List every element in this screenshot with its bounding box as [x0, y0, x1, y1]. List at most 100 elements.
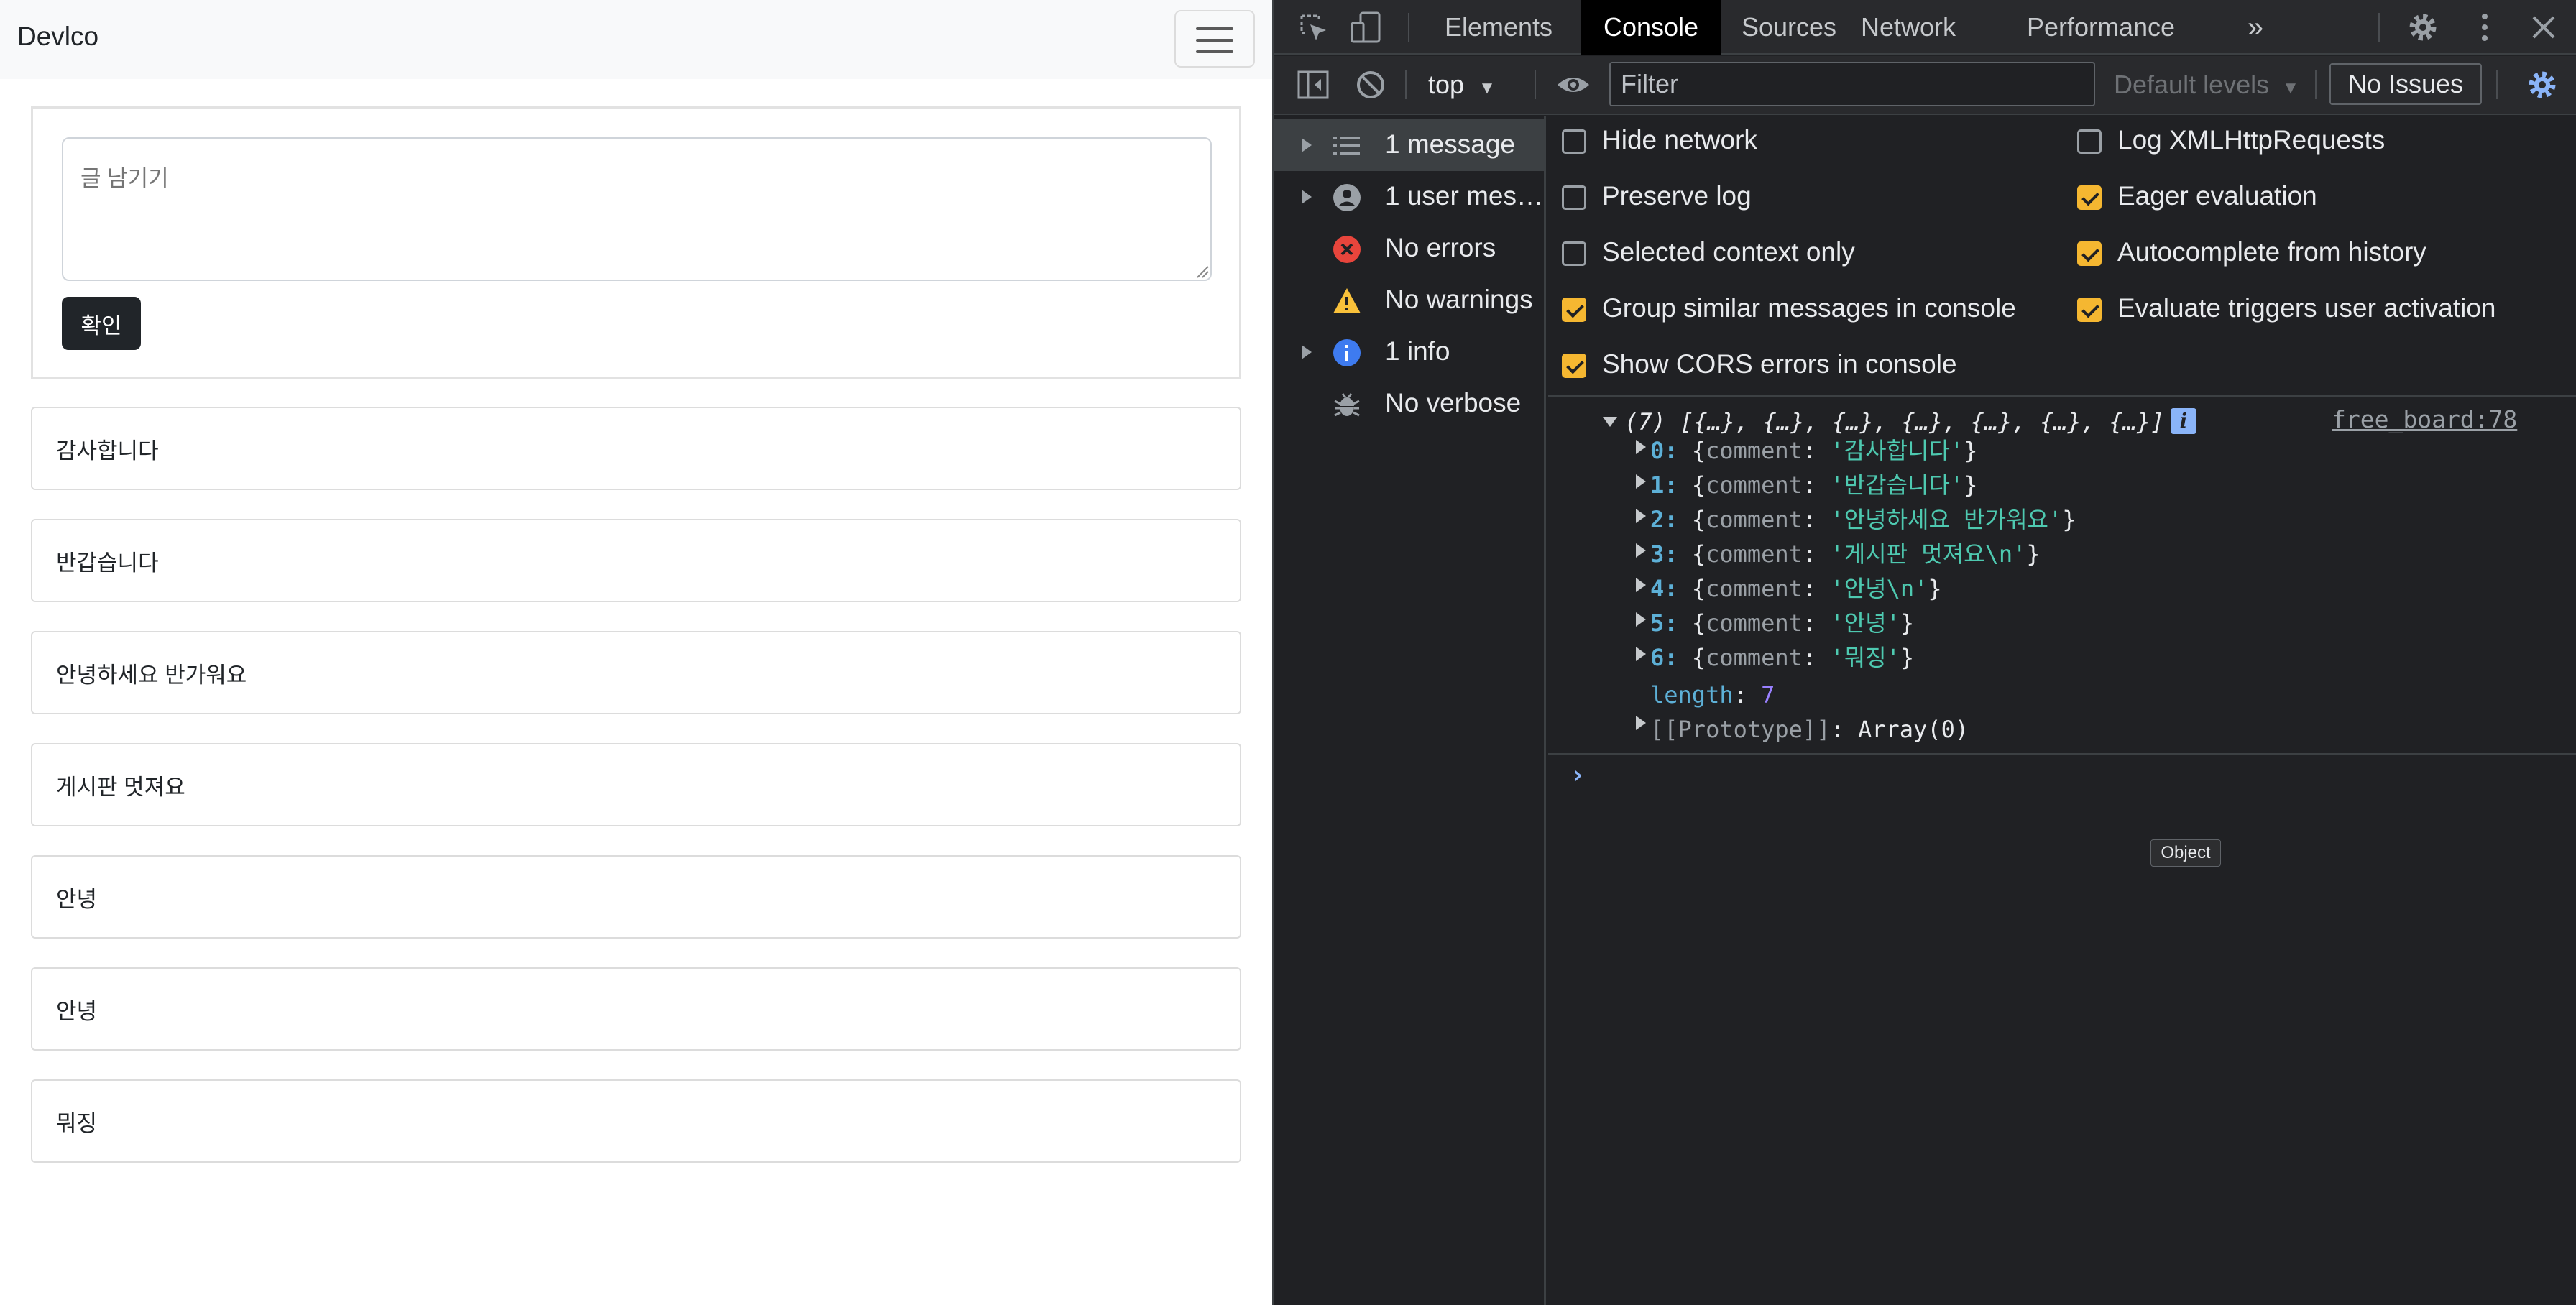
entry-index: 6 — [1650, 644, 1665, 671]
tab-network[interactable]: Network — [1857, 0, 1960, 55]
entry-value: '반갑습니다' — [1830, 471, 1964, 499]
setting-option[interactable]: Preserve log — [1562, 181, 1993, 217]
comment-form-card: 확인 — [31, 106, 1241, 379]
comment-text: 감사합니다 — [56, 438, 159, 464]
menu-toggle-button[interactable] — [1174, 10, 1255, 68]
expand-arrow-icon[interactable] — [1636, 509, 1646, 523]
prototype-row[interactable]: [[Prototype]]: Array(0) — [1650, 716, 1969, 743]
tab-performance[interactable]: Performance — [1970, 0, 2232, 55]
expand-arrow-icon[interactable] — [1636, 716, 1646, 730]
bug-icon — [1332, 389, 1362, 420]
close-devtools-icon[interactable] — [2526, 10, 2561, 45]
separator — [2496, 70, 2498, 99]
checkbox-checked[interactable] — [1562, 354, 1586, 378]
brand-logo[interactable]: Devlco — [17, 22, 98, 52]
array-entry[interactable]: 2: {comment: '안녕하세요 반가워요'} — [1650, 502, 2076, 535]
expand-arrow-icon[interactable] — [1302, 138, 1312, 152]
collapse-arrow-icon[interactable] — [1603, 417, 1617, 427]
info-icon — [1332, 338, 1362, 368]
separator — [2378, 13, 2380, 42]
clear-console-icon[interactable] — [1353, 68, 1388, 102]
setting-label: Log XMLHttpRequests — [2117, 125, 2386, 155]
info-badge-icon[interactable]: i — [2171, 408, 2196, 434]
live-expression-eye-icon[interactable] — [1556, 68, 1591, 102]
inspect-element-icon[interactable] — [1296, 10, 1330, 45]
issues-button[interactable]: No Issues — [2329, 63, 2482, 105]
array-entry[interactable]: 4: {comment: '안녕\n'} — [1650, 571, 1942, 604]
console-toolbar: top ▼ Filter Default levels ▼ No Issues — [1274, 56, 2576, 115]
checkbox-checked[interactable] — [2077, 241, 2102, 266]
setting-option[interactable]: Autocomplete from history — [2077, 237, 2508, 273]
setting-option[interactable]: Show CORS errors in console — [1562, 349, 1993, 385]
sidebar-item-info[interactable]: 1 info — [1274, 326, 1544, 378]
array-entry[interactable]: 1: {comment: '반갑습니다'} — [1650, 467, 1977, 500]
setting-option[interactable]: Log XMLHttpRequests — [2077, 125, 2508, 161]
expand-arrow-icon[interactable] — [1636, 647, 1646, 661]
submit-button[interactable]: 확인 — [62, 297, 141, 350]
console-settings-gear-icon[interactable] — [2525, 68, 2559, 102]
sidebar-item-label: 1 user mes… — [1385, 181, 1543, 211]
tab-elements[interactable]: Elements — [1437, 0, 1560, 55]
log-levels-label: Default levels — [2114, 70, 2270, 99]
source-link[interactable]: free_board:78 — [2332, 405, 2517, 433]
tab-sources[interactable]: Sources — [1731, 0, 1846, 55]
setting-option[interactable]: Eager evaluation — [2077, 181, 2508, 217]
more-options-icon[interactable] — [2467, 10, 2502, 45]
checkbox-unchecked[interactable] — [1562, 241, 1586, 266]
checkbox-unchecked[interactable] — [2077, 129, 2102, 154]
checkbox-unchecked[interactable] — [1562, 185, 1586, 210]
sidebar-toggle-icon[interactable] — [1296, 68, 1330, 102]
expand-arrow-icon[interactable] — [1636, 543, 1646, 558]
error-icon — [1332, 234, 1362, 264]
comment-textarea[interactable] — [62, 137, 1212, 281]
context-label: top — [1428, 70, 1465, 99]
list-icon — [1332, 131, 1362, 161]
expand-arrow-icon[interactable] — [1636, 578, 1646, 592]
tab-console[interactable]: Console — [1581, 0, 1721, 55]
entry-index: 0 — [1650, 437, 1665, 464]
expand-arrow-icon[interactable] — [1636, 474, 1646, 489]
expand-arrow-icon[interactable] — [1636, 612, 1646, 627]
tooltip: Object — [2150, 839, 2221, 867]
sidebar-item-warning[interactable]: No warnings — [1274, 275, 1544, 326]
sidebar-item-list[interactable]: 1 message — [1274, 119, 1544, 171]
comment-item: 게시판 멋져요 — [31, 743, 1241, 826]
array-entry[interactable]: 0: {comment: '감사합니다'} — [1650, 433, 1977, 466]
context-selector[interactable]: top ▼ — [1428, 56, 1496, 114]
log-levels-dropdown[interactable]: Default levels ▼ — [2114, 56, 2299, 114]
setting-option[interactable]: Hide network — [1562, 125, 1993, 161]
setting-option[interactable]: Evaluate triggers user activation — [2077, 293, 2508, 329]
device-toolbar-icon[interactable] — [1349, 10, 1384, 45]
expand-arrow-icon[interactable] — [1302, 345, 1312, 359]
sidebar-item-user[interactable]: 1 user mes… — [1274, 171, 1544, 223]
sidebar-item-bug[interactable]: No verbose — [1274, 378, 1544, 430]
warning-icon — [1332, 286, 1362, 316]
sidebar-item-error[interactable]: No errors — [1274, 223, 1544, 275]
setting-label: Show CORS errors in console — [1602, 349, 1957, 379]
setting-option[interactable]: Group similar messages in console — [1562, 293, 2016, 329]
prototype-key: [[Prototype]] — [1650, 716, 1831, 743]
checkbox-unchecked[interactable] — [1562, 129, 1586, 154]
length-key: length — [1650, 681, 1734, 709]
array-entry[interactable]: 6: {comment: '뭐징'} — [1650, 640, 1914, 673]
comment-item: 안녕 — [31, 855, 1241, 939]
console-prompt[interactable]: › — [1570, 760, 1586, 790]
sidebar-item-label: No errors — [1385, 233, 1496, 262]
checkbox-checked[interactable] — [2077, 298, 2102, 322]
checkbox-checked[interactable] — [2077, 185, 2102, 210]
array-entry[interactable]: 3: {comment: '게시판 멋져요\n'} — [1650, 536, 2041, 569]
settings-gear-icon[interactable] — [2406, 10, 2440, 45]
devtools-tabbar: Elements Console Sources Network Performance… — [1274, 0, 2576, 55]
array-summary[interactable]: (7) [{…}, {…}, {…}, {…}, {…}, {…}, {…}] — [1624, 408, 2164, 435]
expand-arrow-icon[interactable] — [1302, 190, 1312, 204]
resize-grip-icon[interactable] — [1196, 265, 1209, 278]
expand-arrow-icon[interactable] — [1636, 440, 1646, 454]
dropdown-arrow-icon: ▼ — [1478, 78, 1496, 98]
hamburger-icon-line — [1196, 27, 1233, 30]
checkbox-checked[interactable] — [1562, 298, 1586, 322]
separator — [1405, 70, 1407, 99]
setting-option[interactable]: Selected context only — [1562, 237, 1993, 273]
more-tabs-button[interactable]: » — [2237, 0, 2273, 55]
array-entry[interactable]: 5: {comment: '안녕'} — [1650, 605, 1914, 638]
filter-input[interactable]: Filter — [1609, 62, 2095, 106]
